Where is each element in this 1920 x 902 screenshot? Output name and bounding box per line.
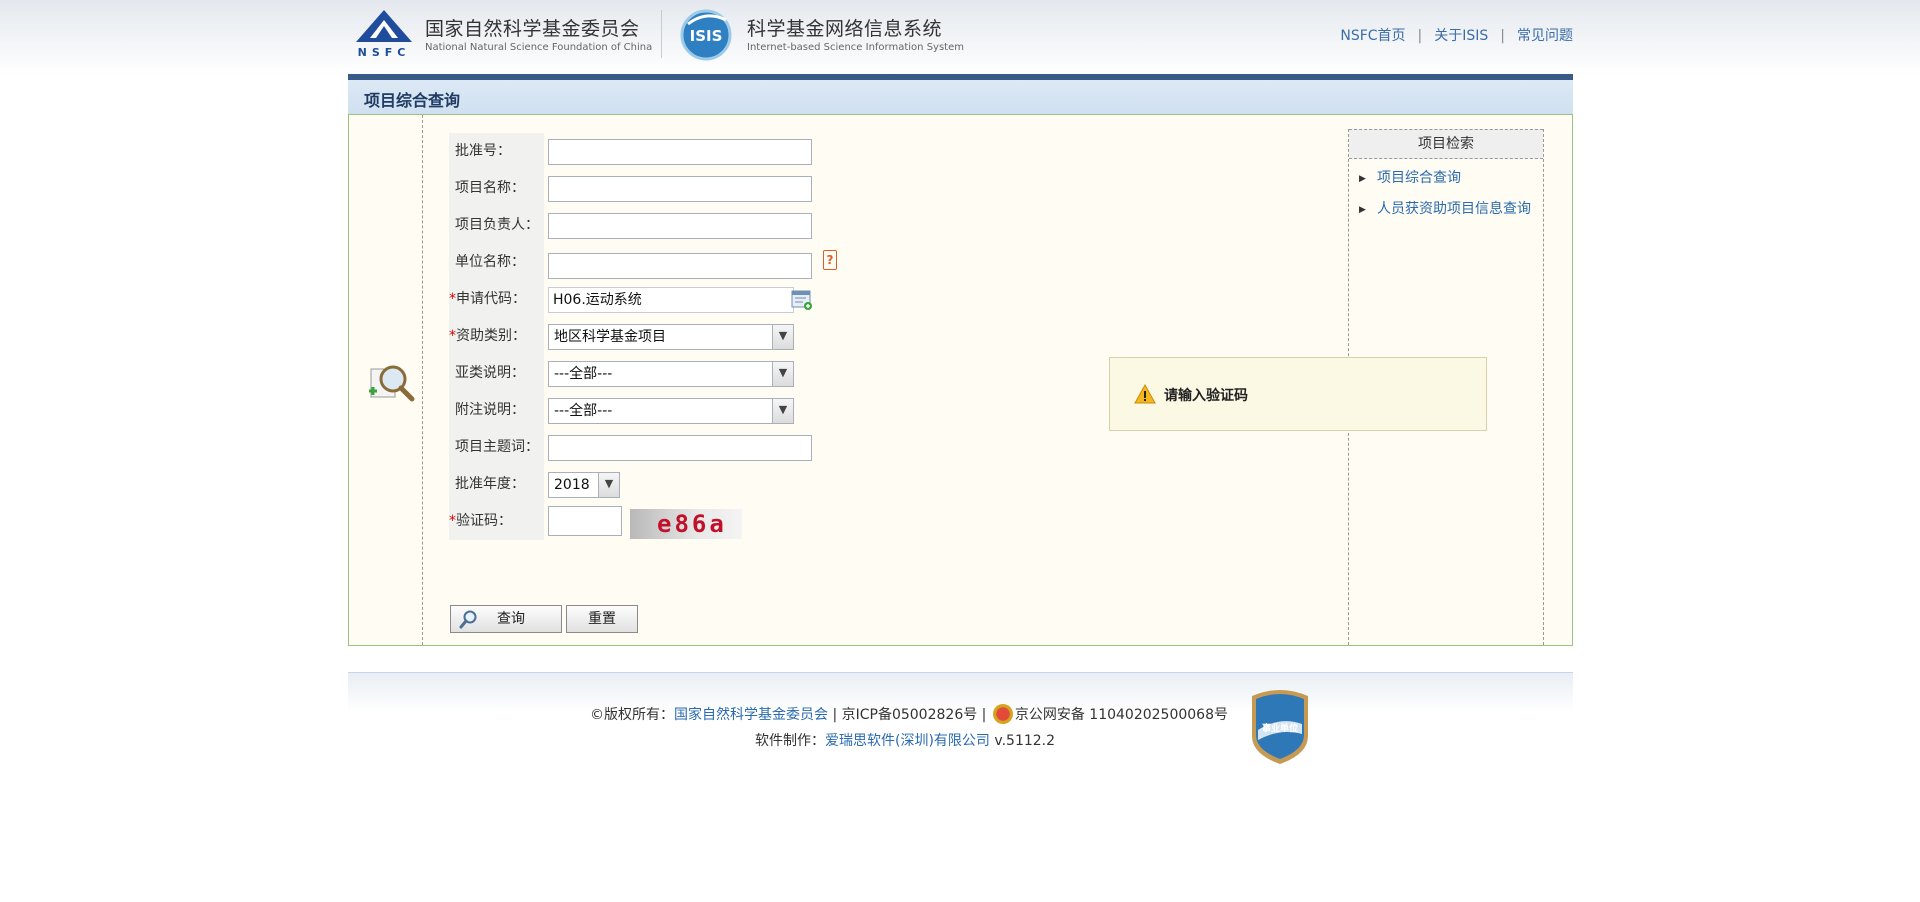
chevron-down-icon[interactable]: ▼ (598, 473, 619, 497)
faq-link[interactable]: 常见问题 (1517, 28, 1573, 44)
nsfc-chinese-name: 国家自然科学基金委员会 (425, 18, 640, 40)
year-value: 2018 (554, 477, 590, 493)
funding-type-select[interactable]: 地区科学基金项目 ▼ (548, 324, 794, 350)
required-marker: * (449, 513, 456, 529)
keywords-input[interactable] (548, 435, 812, 461)
row-keywords: 项目主题词： (449, 429, 1169, 466)
left-column (349, 115, 423, 645)
chevron-down-icon[interactable]: ▼ (772, 362, 793, 386)
logo-divider (661, 10, 662, 58)
about-isis-link[interactable]: 关于ISIS (1434, 28, 1488, 44)
keywords-label: 项目主题词： (449, 429, 544, 466)
row-subcategory: 亚类说明： ---全部--- ▼ (449, 355, 1169, 392)
project-name-input[interactable] (548, 176, 812, 202)
nav-item-project-query[interactable]: ▶ 项目综合查询 (1359, 167, 1461, 187)
triangle-right-icon: ▶ (1359, 174, 1366, 184)
chevron-down-icon[interactable]: ▼ (772, 325, 793, 349)
footer-copyright: ©版权所有：国家自然科学基金委员会 | 京ICP备05002826号 | 京公网… (590, 704, 1228, 724)
warning-icon (1134, 384, 1156, 404)
nav-item-label: 项目综合查询 (1377, 170, 1461, 186)
nav-item-label: 人员获资助项目信息查询 (1377, 201, 1531, 217)
approval-no-label: 批准号： (449, 133, 544, 170)
approval-no-input[interactable] (548, 139, 812, 165)
police-record-text: 京公网安备 11040202500068号 (1014, 707, 1228, 723)
row-apply-code: *申请代码： H06.运动系统 (449, 281, 1169, 318)
captcha-label: 验证码： (456, 513, 512, 529)
nsfc-mark-text: NSFC (358, 46, 411, 58)
nsfc-logo-icon: NSFC (356, 10, 412, 58)
icp-text: | 京ICP备05002826号 | (828, 707, 991, 723)
nsfc-home-link[interactable]: NSFC首页 (1340, 28, 1405, 44)
chevron-down-icon[interactable]: ▼ (772, 399, 793, 423)
site-logo[interactable]: NSFC 国家自然科学基金委员会 National Natural Scienc… (348, 6, 968, 61)
nsfc-footer-link[interactable]: 国家自然科学基金委员会 (674, 707, 828, 723)
note-select[interactable]: ---全部--- ▼ (548, 398, 794, 424)
nav-item-person-query[interactable]: ▶ 人员获资助项目信息查询 (1359, 198, 1531, 218)
leader-label: 项目负责人： (449, 207, 544, 244)
search-icon (459, 610, 477, 629)
funding-type-value: 地区科学基金项目 (554, 329, 666, 345)
police-emblem-icon (992, 704, 1013, 724)
row-note: 附注说明： ---全部--- ▼ (449, 392, 1169, 429)
apply-code-label-cell: *申请代码： (449, 281, 544, 318)
captcha-image-text: e86a (657, 510, 727, 538)
popup-message: 请输入验证码 (1164, 388, 1248, 404)
reset-button[interactable]: 重置 (566, 605, 638, 633)
badge-text: 事业单位 (1262, 722, 1298, 734)
nsfc-english-name: National Natural Science Foundation of C… (425, 42, 653, 53)
search-magnifier-icon (369, 365, 415, 402)
triangle-right-icon: ▶ (1359, 205, 1366, 215)
link-separator: | (1500, 28, 1505, 44)
help-icon[interactable]: ? (823, 250, 837, 270)
row-year: 批准年度： 2018 ▼ (449, 466, 1169, 503)
subcategory-label: 亚类说明： (449, 355, 544, 392)
isis-mark-text: ISIS (690, 27, 723, 45)
isis-english-name: Internet-based Science Information Syste… (747, 42, 964, 53)
leader-input[interactable] (548, 213, 812, 239)
apply-code-label: 申请代码： (456, 291, 526, 307)
footer-maker: 软件制作：爱瑞思软件(深圳)有限公司 v.5112.2 (755, 730, 1055, 750)
top-links: NSFC首页 | 关于ISIS | 常见问题 (1340, 25, 1573, 45)
required-marker: * (449, 291, 456, 307)
note-label: 附注说明： (449, 392, 544, 429)
row-org-name: 单位名称： ? (449, 244, 1169, 281)
subcategory-select[interactable]: ---全部--- ▼ (548, 361, 794, 387)
page-title: 项目综合查询 (364, 91, 461, 110)
required-marker: * (449, 328, 456, 344)
row-project-name: 项目名称： (449, 170, 1169, 207)
right-nav-heading: 项目检索 (1349, 129, 1543, 159)
captcha-alert-popup: 请输入验证码 (1109, 357, 1487, 431)
page-wrapper: NSFC 国家自然科学基金委员会 National Natural Scienc… (348, 0, 1573, 780)
link-separator: | (1417, 28, 1423, 44)
apply-code-input[interactable]: H06.运动系统 (548, 287, 794, 313)
row-funding-type: *资助类别： 地区科学基金项目 ▼ (449, 318, 1169, 355)
captcha-input[interactable] (548, 506, 622, 536)
funding-type-label-cell: *资助类别： (449, 318, 544, 355)
isis-chinese-name: 科学基金网络信息系统 (747, 18, 943, 40)
query-button[interactable]: 查询 (450, 605, 562, 633)
project-name-label: 项目名称： (449, 170, 544, 207)
org-name-input[interactable] (548, 253, 812, 279)
org-name-label: 单位名称： (449, 244, 544, 281)
row-approval-no: 批准号： (449, 133, 1169, 170)
captcha-label-cell: *验证码： (449, 503, 544, 540)
isis-logo-icon: ISIS (680, 9, 732, 61)
title-bar: 项目综合查询 (348, 74, 1573, 114)
made-prefix: 软件制作： (755, 733, 825, 749)
version-text: v.5112.2 (989, 733, 1056, 749)
row-captcha: *验证码： e86a (449, 503, 1169, 540)
subcategory-value: ---全部--- (554, 366, 613, 382)
code-picker-icon[interactable] (791, 289, 813, 311)
row-leader: 项目负责人： (449, 207, 1169, 244)
captcha-image[interactable]: e86a (630, 509, 742, 539)
public-institution-badge-icon[interactable]: 事业单位 (1246, 686, 1314, 766)
funding-type-label: 资助类别： (456, 328, 526, 344)
query-button-label: 查询 (497, 611, 525, 627)
year-select[interactable]: 2018 ▼ (548, 472, 620, 498)
year-label: 批准年度： (449, 466, 544, 503)
note-value: ---全部--- (554, 403, 613, 419)
maker-link[interactable]: 爱瑞思软件(深圳)有限公司 (825, 733, 990, 749)
copyright-prefix: ©版权所有： (590, 707, 674, 723)
